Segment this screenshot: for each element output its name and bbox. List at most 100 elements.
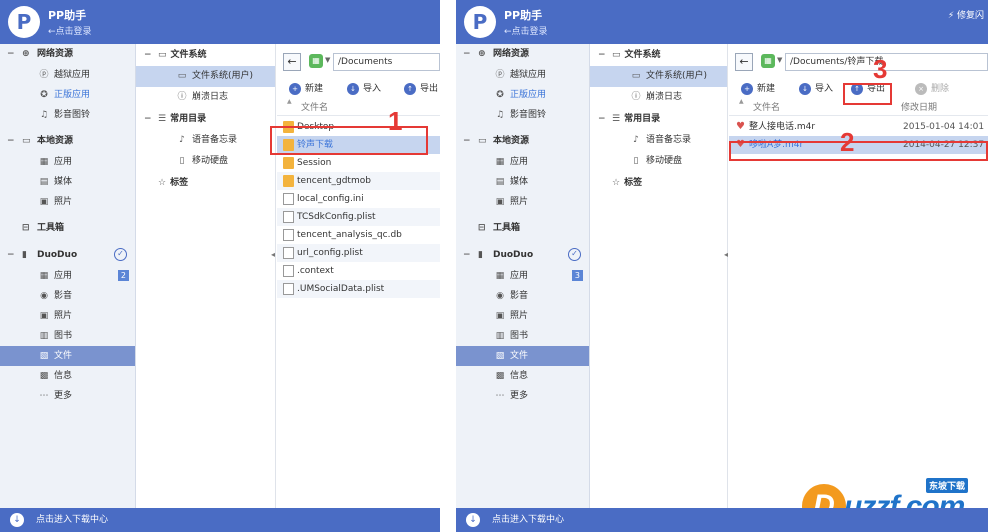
- sidebar-item-media[interactable]: ▤ 媒体: [456, 172, 589, 192]
- export-button[interactable]: ↑ 导出: [402, 80, 438, 98]
- sidebar-item-official[interactable]: ✪ 正版应用: [0, 85, 135, 105]
- tree-item-crash-log[interactable]: ⓘ 崩溃日志: [590, 87, 727, 108]
- tree-group-tags[interactable]: ☆ 标签: [136, 172, 275, 194]
- collapse-icon[interactable]: −: [463, 44, 471, 65]
- sidebar-item-dev-video[interactable]: ◉ 影音: [456, 286, 589, 306]
- col-name[interactable]: 文件名: [301, 100, 328, 116]
- sidebar-item-ringtones[interactable]: ♫ 影音图铃: [0, 105, 135, 125]
- splitter-handle[interactable]: ◂: [271, 250, 275, 260]
- sidebar-group-toolbox[interactable]: ⊟ 工具箱: [456, 218, 589, 239]
- login-link[interactable]: ←点击登录: [504, 24, 548, 37]
- file-row[interactable]: ♥ 整人接电话.m4r 2015-01-04 14:01: [729, 118, 988, 136]
- new-button[interactable]: + 新建: [287, 80, 323, 98]
- sidebar-item-dev-apps[interactable]: ▦ 应用 3: [456, 266, 589, 286]
- file-icon: [283, 193, 294, 205]
- star-icon: ☆: [158, 178, 167, 188]
- sidebar-group-local[interactable]: − ▭ 本地资源: [0, 131, 135, 152]
- download-center-bar[interactable]: ↓ 点击进入下载中心: [0, 508, 440, 532]
- collapse-icon[interactable]: −: [463, 131, 471, 152]
- sidebar-item-dev-photos[interactable]: ▣ 照片: [0, 306, 135, 326]
- grid-icon: ▦: [39, 157, 49, 167]
- tree-item-voice-memos[interactable]: ♪ 语音备忘录: [590, 130, 727, 151]
- sidebar-item-dev-apps[interactable]: ▦ 应用 2: [0, 266, 135, 286]
- tree-group-tags[interactable]: ☆ 标签: [590, 172, 727, 194]
- folder-row[interactable]: Session: [277, 154, 440, 172]
- file-row[interactable]: tencent_analysis_qc.db: [277, 226, 440, 244]
- app-icon[interactable]: ▦: [761, 54, 775, 68]
- tree-item-mobile-disk[interactable]: ▯ 移动硬盘: [590, 151, 727, 172]
- film-icon: ◉: [40, 291, 48, 301]
- tree-item-mobile-disk[interactable]: ▯ 移动硬盘: [136, 151, 275, 172]
- sidebar-item-photos[interactable]: ▣ 照片: [0, 192, 135, 212]
- tree-item-filesystem-user[interactable]: ▭ 文件系统(用户): [136, 66, 275, 87]
- sidebar-item-dev-files[interactable]: ▧ 文件: [0, 346, 135, 366]
- file-row[interactable]: .context: [277, 262, 440, 280]
- sidebar-group-toolbox[interactable]: ⊟ 工具箱: [0, 218, 135, 239]
- file-row[interactable]: .UMSocialData.plist: [277, 280, 440, 298]
- sidebar-item-dev-books[interactable]: ▥ 图书: [456, 326, 589, 346]
- sidebar-item-dev-video[interactable]: ◉ 影音: [0, 286, 135, 306]
- sidebar-item-jailbreak[interactable]: ⓟ 越狱应用: [0, 65, 135, 85]
- sidebar-item-dev-books[interactable]: ▥ 图书: [0, 326, 135, 346]
- file-row[interactable]: url_config.plist: [277, 244, 440, 262]
- import-button[interactable]: ↓ 导入: [797, 80, 833, 98]
- sidebar-item-dev-info[interactable]: ▩ 信息: [456, 366, 589, 386]
- microphone-icon: ♪: [633, 135, 639, 145]
- chevron-down-icon[interactable]: ▼: [325, 56, 330, 64]
- file-row[interactable]: TCSdkConfig.plist: [277, 208, 440, 226]
- sidebar-item-dev-files[interactable]: ▧ 文件: [456, 346, 589, 366]
- collapse-icon[interactable]: −: [598, 44, 606, 66]
- path-field[interactable]: /Documents: [333, 53, 440, 71]
- sidebar-group-device[interactable]: − ▮ DuoDuo ✓: [456, 245, 589, 266]
- collapse-icon[interactable]: −: [7, 44, 15, 65]
- tree-group-filesystem[interactable]: − ▭ 文件系统: [136, 44, 275, 66]
- sidebar-item-photos[interactable]: ▣ 照片: [456, 192, 589, 212]
- sidebar-group-net[interactable]: − ⊕ 网络资源: [0, 44, 135, 65]
- sidebar-group-device[interactable]: − ▮ DuoDuo ✓: [0, 245, 135, 266]
- collapse-icon[interactable]: −: [144, 108, 152, 130]
- file-name: 整人接电话.m4r: [749, 122, 816, 132]
- sidebar-item-ringtones[interactable]: ♫ 影音图铃: [456, 105, 589, 125]
- folder-row[interactable]: tencent_gdtmob: [277, 172, 440, 190]
- back-button[interactable]: ←: [283, 53, 301, 71]
- tree-group-filesystem[interactable]: − ▭ 文件系统: [590, 44, 727, 66]
- collapse-icon[interactable]: −: [144, 44, 152, 66]
- sidebar-item-official[interactable]: ✪ 正版应用: [456, 85, 589, 105]
- repair-button[interactable]: ⚡ 修复闪: [948, 8, 984, 21]
- sidebar-group-net[interactable]: − ⊕ 网络资源: [456, 44, 589, 65]
- import-button[interactable]: ↓ 导入: [345, 80, 381, 98]
- tree-item-voice-memos[interactable]: ♪ 语音备忘录: [136, 130, 275, 151]
- film-icon: ▤: [495, 177, 505, 187]
- tree-item-filesystem-user[interactable]: ▭ 文件系统(用户): [590, 66, 727, 87]
- sidebar-item-apps[interactable]: ▦ 应用: [456, 152, 589, 172]
- splitter-handle[interactable]: ◂: [724, 250, 728, 260]
- collapse-icon[interactable]: −: [7, 131, 15, 152]
- login-link[interactable]: ←点击登录: [48, 24, 92, 37]
- collapse-icon[interactable]: −: [598, 108, 606, 130]
- sidebar-item-apps[interactable]: ▦ 应用: [0, 152, 135, 172]
- tree-group-common[interactable]: − ☰ 常用目录: [590, 108, 727, 130]
- sidebar-item-dev-more[interactable]: ⋯ 更多: [456, 386, 589, 406]
- sidebar-item-dev-info[interactable]: ▩ 信息: [0, 366, 135, 386]
- pp-icon: ⓟ: [495, 70, 505, 80]
- tree-group-common[interactable]: − ☰ 常用目录: [136, 108, 275, 130]
- delete-button[interactable]: × 删除: [913, 80, 949, 98]
- file-name: tencent_gdtmob: [297, 176, 371, 186]
- collapse-icon[interactable]: −: [7, 245, 15, 266]
- sidebar-group-local[interactable]: − ▭ 本地资源: [456, 131, 589, 152]
- sidebar-item-dev-more[interactable]: ⋯ 更多: [0, 386, 135, 406]
- back-button[interactable]: ←: [735, 53, 753, 71]
- col-name[interactable]: 文件名: [753, 100, 780, 116]
- pp-icon: ⓟ: [39, 70, 49, 80]
- sidebar-item-dev-photos[interactable]: ▣ 照片: [456, 306, 589, 326]
- new-button[interactable]: + 新建: [739, 80, 775, 98]
- chevron-down-icon[interactable]: ▼: [777, 56, 782, 64]
- download-center-bar[interactable]: ↓ 点击进入下载中心: [456, 508, 988, 532]
- sidebar-item-jailbreak[interactable]: ⓟ 越狱应用: [456, 65, 589, 85]
- app-icon[interactable]: ▦: [309, 54, 323, 68]
- file-row[interactable]: local_config.ini: [277, 190, 440, 208]
- col-date[interactable]: 修改日期: [901, 100, 937, 116]
- tree-item-crash-log[interactable]: ⓘ 崩溃日志: [136, 87, 275, 108]
- sidebar-item-media[interactable]: ▤ 媒体: [0, 172, 135, 192]
- collapse-icon[interactable]: −: [463, 245, 471, 266]
